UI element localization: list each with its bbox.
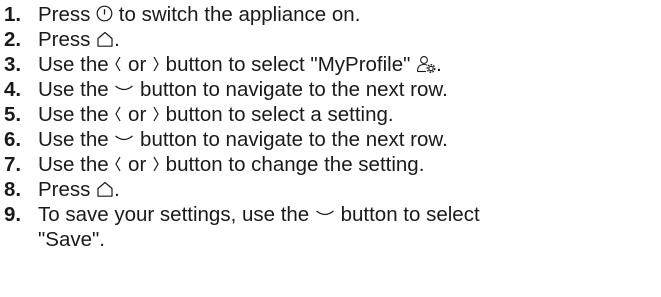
chevron-down-icon	[114, 83, 134, 95]
step-text-part: Use the	[38, 78, 115, 101]
instruction-list: 1. Press to switch the appliance on. 2. …	[4, 2, 656, 252]
step-text: Use the button to navigate to the next r…	[38, 77, 656, 102]
step-text: Press to switch the appliance on.	[38, 2, 656, 27]
chevron-right-icon	[152, 155, 160, 173]
list-item: 6. Use the button to navigate to the nex…	[4, 127, 656, 152]
list-item: 4. Use the button to navigate to the nex…	[4, 77, 656, 102]
step-number: 8.	[4, 178, 22, 201]
step-text-part: button to change the setting.	[159, 153, 425, 176]
chevron-left-icon	[114, 155, 122, 173]
step-text-part: Use the	[38, 53, 115, 76]
step-number: 9.	[4, 203, 22, 226]
step-number: 4.	[4, 78, 22, 101]
step-text-part: .	[436, 53, 442, 76]
step-text: Use the or button to change the setting.	[38, 152, 656, 177]
step-text-part: or	[122, 103, 152, 126]
chevron-right-icon	[152, 55, 160, 73]
step-text-part: or	[122, 53, 152, 76]
step-text-line: To save your settings, use the button to…	[38, 202, 656, 227]
step-text-part: button to navigate to the next row.	[134, 128, 448, 151]
list-item: 8. Press .	[4, 177, 656, 202]
list-item: 1. Press to switch the appliance on.	[4, 2, 656, 27]
step-number: 5.	[4, 103, 22, 126]
step-number: 2.	[4, 28, 22, 51]
step-text-part: button to select	[334, 203, 480, 226]
step-text: Press .	[38, 177, 656, 202]
list-item: 7. Use the or button to change the setti…	[4, 152, 656, 177]
step-text-part: Use the	[38, 103, 115, 126]
home-icon	[96, 180, 114, 198]
step-text-part: Use the	[38, 153, 115, 176]
step-text-part: to switch the appliance on.	[113, 3, 361, 26]
step-text-part: Press	[38, 3, 97, 26]
step-text-part: button to navigate to the next row.	[134, 78, 448, 101]
step-text-part: Press	[38, 178, 97, 201]
step-text-part: To save your settings, use the	[38, 203, 315, 226]
chevron-left-icon	[114, 105, 122, 123]
step-text: Use the or button to select a setting.	[38, 102, 656, 127]
step-number: 1.	[4, 3, 22, 26]
step-text-line: "Save".	[38, 228, 105, 251]
step-text-part: Use the	[38, 128, 115, 151]
chevron-down-icon	[114, 133, 134, 145]
profile-settings-icon	[416, 55, 436, 73]
step-text: Use the or button to select "MyProfile" …	[38, 52, 656, 77]
step-text-part: button to select "MyProfile"	[159, 53, 417, 76]
step-text-part: button to select a setting.	[159, 103, 394, 126]
step-text: To save your settings, use the button to…	[38, 202, 656, 252]
step-number: 7.	[4, 153, 22, 176]
step-text-part: .	[114, 28, 120, 51]
step-text-part: .	[114, 178, 120, 201]
list-item: 9. To save your settings, use the button…	[4, 202, 656, 252]
step-number: 3.	[4, 53, 22, 76]
step-number: 6.	[4, 128, 22, 151]
step-text: Press .	[38, 27, 656, 52]
step-text: Use the button to navigate to the next r…	[38, 127, 656, 152]
step-text-part: or	[122, 153, 152, 176]
list-item: 5. Use the or button to select a setting…	[4, 102, 656, 127]
power-icon	[96, 5, 113, 22]
chevron-right-icon	[152, 105, 160, 123]
step-text-part: Press	[38, 28, 97, 51]
chevron-left-icon	[114, 55, 122, 73]
home-icon	[96, 30, 114, 48]
list-item: 3. Use the or button to select "MyProfil…	[4, 52, 656, 77]
chevron-down-icon	[315, 208, 335, 220]
list-item: 2. Press .	[4, 27, 656, 52]
